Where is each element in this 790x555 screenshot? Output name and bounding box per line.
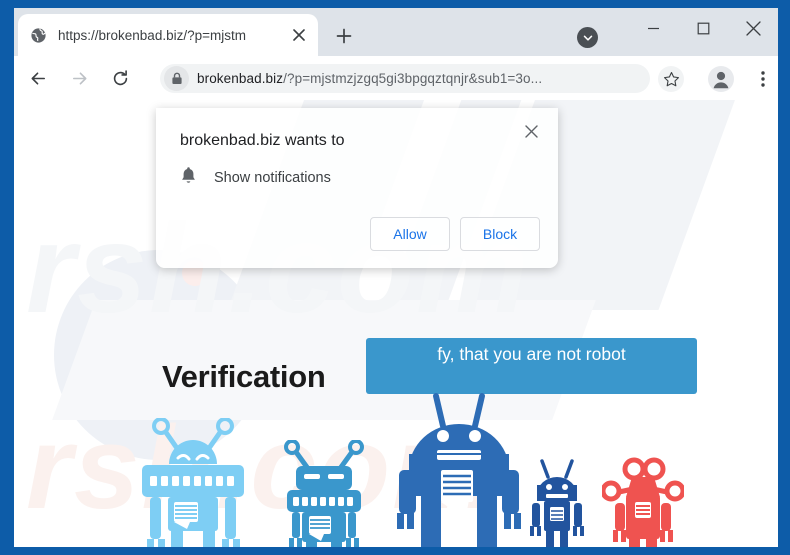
three-dot-menu-icon[interactable] xyxy=(750,66,776,92)
url-text: brokenbad.biz/?p=mjstmzjzgq5gi3bpgqztqnj… xyxy=(197,71,640,86)
robot-dark-blue xyxy=(397,393,521,547)
lock-icon[interactable] xyxy=(164,66,189,91)
notification-permission-dialog: brokenbad.biz wants to Show notification… xyxy=(156,108,558,268)
permission-row: Show notifications xyxy=(180,166,331,190)
minimize-icon[interactable] xyxy=(628,8,678,48)
permission-label: Show notifications xyxy=(214,170,331,186)
robot-red xyxy=(602,457,684,547)
allow-button[interactable]: Allow xyxy=(370,217,450,251)
window-frame: https://brokenbad.biz/?p=mjstm brokenbad… xyxy=(0,0,790,555)
dialog-actions: Allow Block xyxy=(370,217,540,251)
page-title: Verification xyxy=(162,359,326,394)
tab-title: https://brokenbad.biz/?p=mjstm xyxy=(58,27,246,43)
back-arrow-icon[interactable] xyxy=(21,61,55,95)
block-button[interactable]: Block xyxy=(460,217,540,251)
url-host: brokenbad.biz xyxy=(197,71,284,86)
robot-navy-small xyxy=(530,459,584,547)
robot-light-blue xyxy=(142,418,244,547)
close-icon[interactable] xyxy=(518,118,544,144)
tab-close-icon[interactable] xyxy=(288,24,310,46)
window-controls xyxy=(628,8,778,48)
browser-tab[interactable]: https://brokenbad.biz/?p=mjstm xyxy=(18,14,318,56)
tab-strip: https://brokenbad.biz/?p=mjstm xyxy=(14,8,778,56)
avatar-icon[interactable] xyxy=(708,66,734,92)
robot-mid-blue xyxy=(284,440,364,547)
browser-toolbar: brokenbad.biz/?p=mjstmzjzgq5gi3bpgqztqnj… xyxy=(14,56,778,100)
browser-window: https://brokenbad.biz/?p=mjstm brokenbad… xyxy=(14,8,778,547)
verify-cta-button[interactable]: fy, that you are not robot xyxy=(366,338,697,394)
star-icon[interactable] xyxy=(658,66,684,92)
url-path: /?p=mjstmzjzgq5gi3bpgqztqnjr&sub1=3o... xyxy=(283,71,543,86)
globe-icon xyxy=(30,27,47,44)
new-tab-button[interactable] xyxy=(330,22,358,50)
address-bar[interactable]: brokenbad.biz/?p=mjstmzjzgq5gi3bpgqztqnj… xyxy=(160,64,650,93)
dialog-title: brokenbad.biz wants to xyxy=(180,132,345,149)
maximize-icon[interactable] xyxy=(678,8,728,48)
bell-icon xyxy=(180,166,197,190)
forward-arrow-icon xyxy=(62,61,96,95)
chevron-down-icon[interactable] xyxy=(577,27,598,48)
close-icon[interactable] xyxy=(728,8,778,48)
reload-icon[interactable] xyxy=(103,61,137,95)
